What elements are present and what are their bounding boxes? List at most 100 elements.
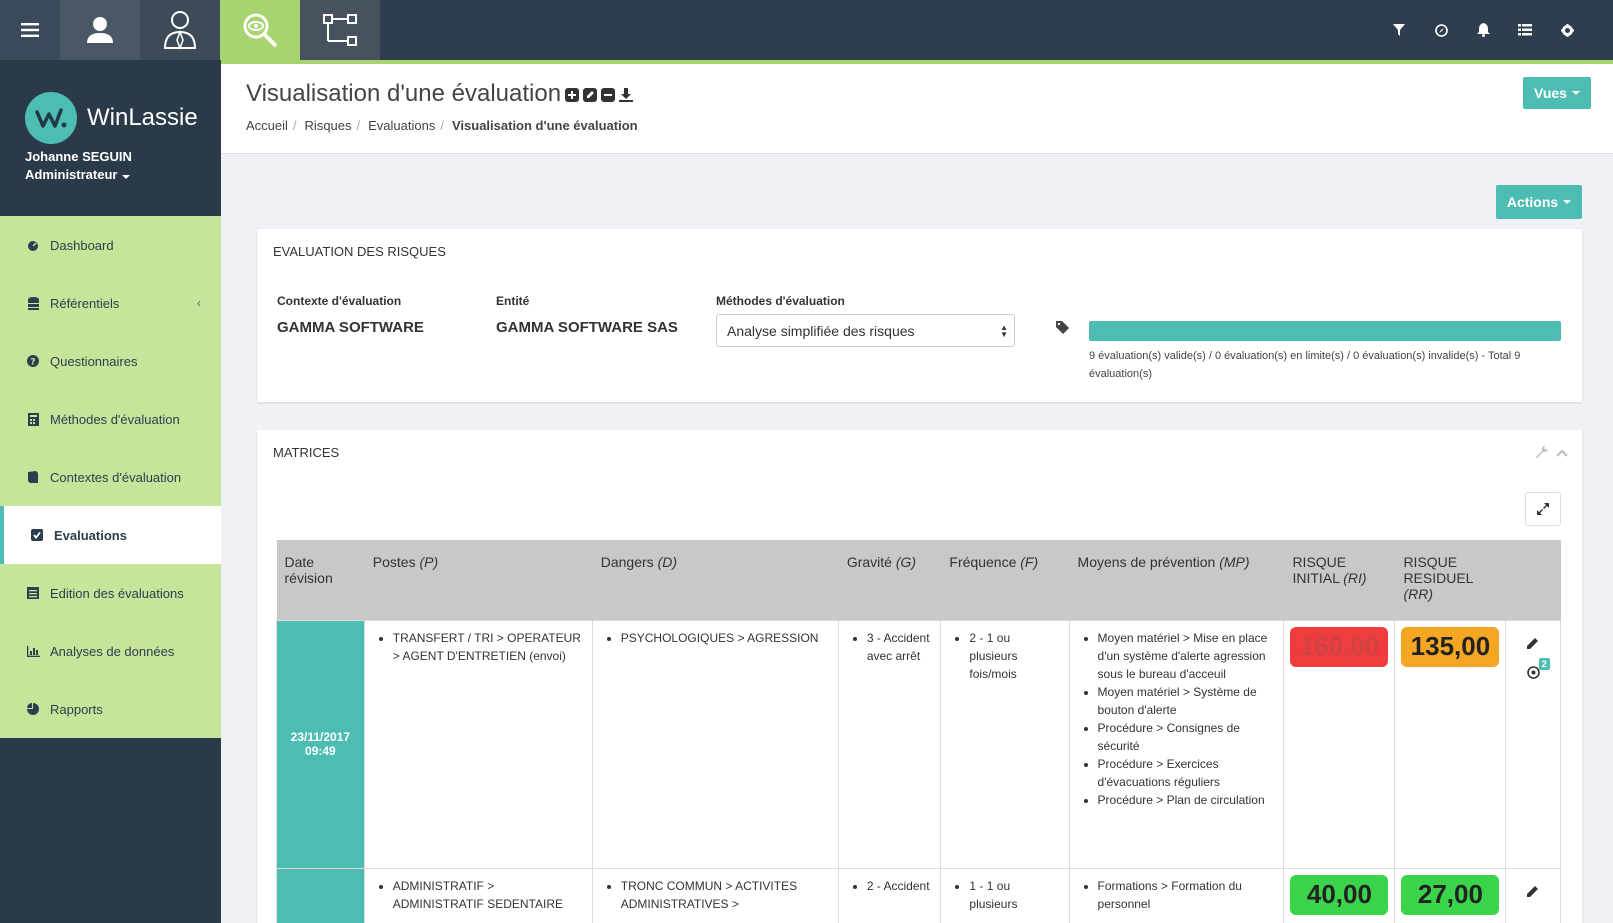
sidebar-item-analyses[interactable]: Analyses de données bbox=[0, 622, 221, 680]
sidebar-nav: Dashboard Référentiels ‹ ? Questionnaire… bbox=[0, 216, 221, 738]
col-moyens[interactable]: Moyens de prévention (MP) bbox=[1069, 540, 1285, 620]
row-gravite: 2 - Accident bbox=[837, 867, 942, 923]
risk-initial-badge: 40,00 bbox=[1290, 874, 1389, 915]
col-risque-initial[interactable]: RISQUE INITIAL (RI) bbox=[1283, 540, 1396, 620]
list-icon bbox=[1518, 24, 1532, 36]
method-select-value: Analyse simplifiée des risques bbox=[727, 323, 915, 339]
col-dangers[interactable]: Dangers (D) bbox=[592, 540, 839, 620]
evaluation-history-button[interactable]: 2 bbox=[1526, 657, 1550, 682]
row-risque-residuel: 135,00 bbox=[1394, 619, 1507, 869]
sidebar-item-questionnaires[interactable]: ? Questionnaires bbox=[0, 332, 221, 390]
history-count-badge: 2 bbox=[1538, 657, 1550, 670]
evaluation-panel-title: EVALUATION DES RISQUES bbox=[273, 244, 446, 259]
sidebar-item-label: Edition des évaluations bbox=[50, 585, 184, 601]
col-risque-residuel[interactable]: RISQUE RESIDUEL (RR) bbox=[1394, 540, 1507, 620]
dashboard-icon bbox=[26, 238, 40, 252]
menu-button[interactable] bbox=[0, 0, 60, 60]
logo[interactable] bbox=[25, 92, 77, 144]
entity-label: Entité bbox=[496, 294, 530, 308]
brand-name: WinLassie bbox=[87, 104, 198, 131]
user-role-dropdown[interactable]: Administrateur bbox=[25, 167, 131, 182]
compass-button[interactable] bbox=[1420, 0, 1462, 60]
row-date bbox=[276, 867, 365, 923]
fullscreen-button[interactable] bbox=[1525, 492, 1561, 526]
pencil-icon bbox=[1527, 637, 1539, 649]
user-button[interactable] bbox=[60, 0, 140, 60]
minus-square-icon[interactable] bbox=[600, 87, 615, 102]
flowchart-icon bbox=[323, 14, 357, 46]
actions-button[interactable]: Actions bbox=[1496, 185, 1582, 219]
list-alt-icon bbox=[26, 586, 40, 600]
col-date[interactable]: Date révision bbox=[276, 540, 365, 620]
evaluation-panel: EVALUATION DES RISQUES Contexte d'évalua… bbox=[257, 229, 1582, 402]
row-frequence: 1 - 1 ou plusieurs bbox=[940, 867, 1070, 923]
check-square-icon bbox=[30, 528, 44, 542]
chevron-up-icon[interactable] bbox=[1556, 446, 1568, 461]
notifications-button[interactable] bbox=[1462, 0, 1504, 60]
sidebar-item-rapports[interactable]: Rapports bbox=[0, 680, 221, 738]
sidebar-item-referentiels[interactable]: Référentiels ‹ bbox=[0, 274, 221, 332]
col-postes[interactable]: Postes (P) bbox=[364, 540, 593, 620]
bell-icon bbox=[1476, 23, 1490, 37]
chevron-down-icon bbox=[1571, 91, 1580, 95]
edit-row-button[interactable] bbox=[1514, 885, 1552, 900]
list-button[interactable] bbox=[1504, 0, 1546, 60]
wrench-icon[interactable] bbox=[1536, 446, 1548, 461]
table-row: 23/11/201709:49 TRANSFERT / TRI > OPERAT… bbox=[276, 619, 1561, 869]
breadcrumb-accueil[interactable]: Accueil bbox=[246, 118, 288, 133]
risk-residual-badge: 27,00 bbox=[1401, 874, 1500, 915]
context-label: Contexte d'évaluation bbox=[277, 294, 402, 308]
user-name: Johanne SEGUIN bbox=[25, 149, 132, 164]
settings-button[interactable] bbox=[1546, 0, 1588, 60]
flowchart-button[interactable] bbox=[300, 0, 380, 60]
sidebar-item-label: Contextes d'évaluation bbox=[50, 469, 182, 485]
sidebar-item-contextes[interactable]: Contextes d'évaluation bbox=[0, 448, 221, 506]
row-actions: 2 bbox=[1505, 619, 1561, 869]
row-postes: ADMINISTRATIF > ADMINISTRATIF SEDENTAIRE bbox=[363, 867, 593, 923]
row-dangers: PSYCHOLOGIQUES > AGRESSION bbox=[591, 619, 839, 869]
entity-value: GAMMA SOFTWARE SAS bbox=[496, 319, 678, 336]
breadcrumb-risques[interactable]: Risques bbox=[305, 118, 352, 133]
top-bar bbox=[0, 0, 1613, 64]
breadcrumb-evaluations[interactable]: Evaluations bbox=[368, 118, 435, 133]
sidebar-item-edition[interactable]: Edition des évaluations bbox=[0, 564, 221, 622]
sidebar-item-label: Questionnaires bbox=[50, 353, 138, 369]
database-icon bbox=[26, 296, 40, 310]
row-risque-initial: 160,00 bbox=[1283, 619, 1396, 869]
pencil-icon bbox=[1527, 885, 1539, 897]
title-actions bbox=[564, 87, 633, 102]
edit-square-icon[interactable] bbox=[582, 87, 597, 102]
actions-label: Actions bbox=[1506, 194, 1559, 210]
row-risque-initial: 40,00 bbox=[1283, 867, 1396, 923]
vues-button[interactable]: Vues bbox=[1523, 77, 1591, 109]
filter-button[interactable] bbox=[1378, 0, 1420, 60]
row-date: 23/11/2017 09:49 bbox=[276, 619, 365, 869]
breadcrumb-current: Visualisation d'une évaluation bbox=[451, 118, 638, 133]
row-actions bbox=[1505, 867, 1561, 923]
chevron-down-icon bbox=[1563, 200, 1572, 204]
chevron-left-icon[interactable]: ‹ bbox=[197, 296, 201, 310]
sidebar-item-methodes[interactable]: Méthodes d'évaluation bbox=[0, 390, 221, 448]
context-value: GAMMA SOFTWARE bbox=[277, 319, 424, 336]
vues-label: Vues bbox=[1534, 85, 1567, 101]
risk-residual-badge: 135,00 bbox=[1401, 626, 1500, 667]
col-gravite[interactable]: Gravité (G) bbox=[838, 540, 942, 620]
user-tie-button[interactable] bbox=[140, 0, 220, 60]
sidebar-item-label: Méthodes d'évaluation bbox=[50, 411, 180, 427]
plus-square-icon[interactable] bbox=[564, 87, 579, 102]
download-icon[interactable] bbox=[618, 87, 633, 102]
matrices-panel-title: MATRICES bbox=[273, 445, 340, 460]
breadcrumb: Accueil / Risques / Evaluations / Visualisa… bbox=[246, 118, 638, 133]
col-frequence[interactable]: Fréquence (F) bbox=[940, 540, 1070, 620]
sidebar-item-dashboard[interactable]: Dashboard bbox=[0, 216, 221, 274]
brand-area: WinLassie Johanne SEGUIN Administrateur bbox=[0, 60, 221, 216]
select-arrows-icon: ▲ ▼ bbox=[1000, 323, 1008, 339]
sidebar-item-evaluations[interactable]: Evaluations bbox=[0, 506, 221, 564]
evaluation-search-button[interactable] bbox=[220, 0, 300, 60]
edit-row-button[interactable] bbox=[1514, 637, 1552, 652]
table-header-row: Date révision Postes (P) Dangers (D) Gra… bbox=[276, 540, 1561, 620]
col-actions bbox=[1505, 540, 1561, 620]
method-select[interactable]: Analyse simplifiée des risques ▲ ▼ bbox=[716, 314, 1015, 347]
menu-icon bbox=[21, 23, 39, 37]
compass-icon bbox=[1434, 23, 1448, 37]
